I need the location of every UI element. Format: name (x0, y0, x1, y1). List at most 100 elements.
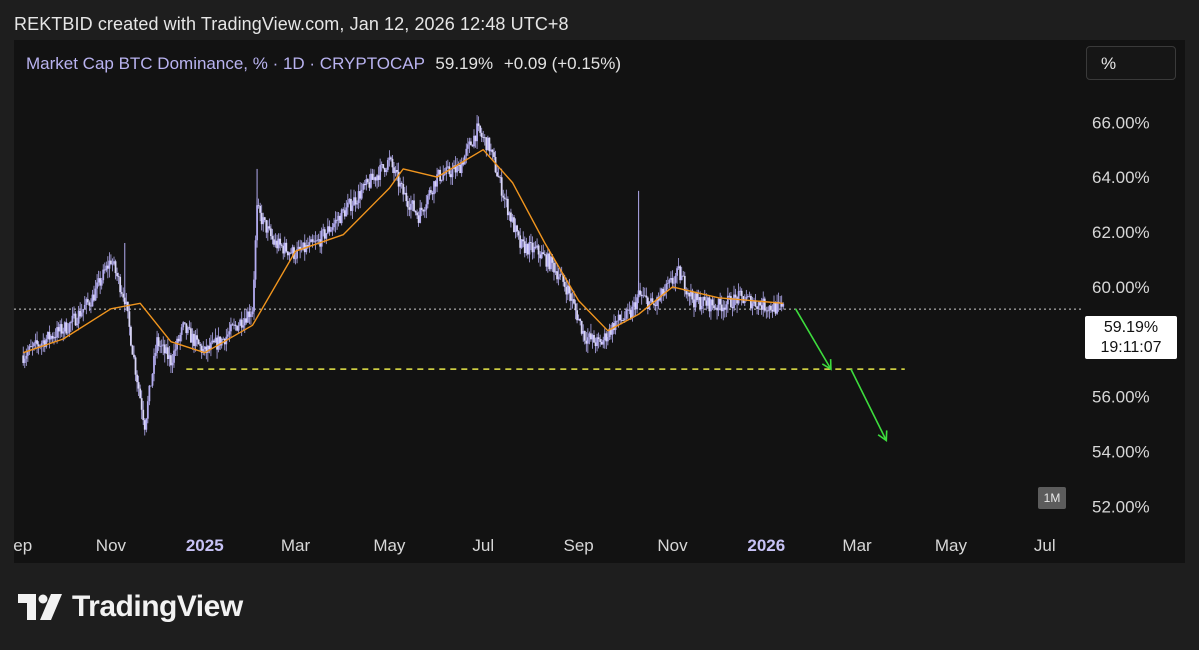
candle (365, 174, 368, 191)
candle-body (251, 311, 254, 315)
candle-body (582, 330, 585, 334)
candle-body (750, 295, 752, 309)
candle (577, 314, 580, 321)
candle-body (580, 321, 583, 334)
candle (103, 262, 106, 274)
down-arrow (850, 368, 888, 442)
candle (593, 330, 595, 343)
candle (26, 344, 29, 362)
candle-body (77, 310, 80, 324)
candle-body (316, 240, 318, 242)
candle-body (528, 242, 531, 255)
candle (708, 295, 711, 318)
candle-body (280, 244, 283, 246)
candle-body (134, 357, 137, 375)
candle (640, 291, 643, 305)
candle (688, 292, 691, 306)
chart-panel[interactable]: 68.00%66.00%64.00%62.00%60.00%58.00%56.0… (14, 40, 1185, 563)
candle-body (571, 299, 574, 301)
candle-body (53, 336, 55, 339)
candle (523, 236, 526, 258)
unit-button[interactable]: % (1086, 46, 1176, 80)
price-chart[interactable]: 68.00%66.00%64.00%62.00%60.00%58.00%56.0… (14, 40, 1185, 563)
candle (120, 285, 123, 297)
candle-body (71, 315, 74, 323)
candle-body (451, 169, 454, 178)
candle-body (103, 269, 106, 271)
candle-body (606, 337, 609, 342)
candle-body (700, 305, 703, 310)
candle-body (63, 322, 66, 332)
symbol-legend[interactable]: Market Cap BTC Dominance, % · 1D · CRYPT… (26, 54, 621, 74)
candle (665, 279, 668, 299)
candle (194, 329, 197, 352)
candle (353, 189, 355, 206)
candle-body (685, 291, 688, 295)
candle (534, 241, 537, 250)
candle (670, 271, 672, 283)
candle-body (460, 162, 463, 174)
candle (97, 270, 100, 287)
candle (506, 196, 509, 221)
candle-body (539, 254, 542, 259)
candle (433, 180, 435, 204)
candle (357, 184, 360, 210)
y-tick-label: 64.00% (1092, 168, 1150, 187)
candle (746, 294, 749, 299)
candle-body (228, 331, 231, 335)
candle (693, 292, 695, 317)
candle (583, 330, 586, 345)
candle (434, 180, 437, 194)
candle-body (626, 309, 629, 311)
candle-body (533, 246, 535, 253)
candle-body (710, 299, 712, 312)
candle (671, 270, 674, 289)
candle (283, 236, 286, 258)
candle (133, 345, 135, 360)
candle (697, 289, 700, 305)
candle (45, 334, 48, 349)
candle-body (759, 302, 762, 306)
candle-body (34, 340, 37, 344)
candle-body (540, 252, 543, 259)
y-tick-label: 54.00% (1092, 442, 1150, 461)
candle (762, 291, 765, 317)
candle-body (194, 335, 197, 346)
candle-body (305, 245, 308, 253)
candle (285, 238, 288, 253)
candle-body (673, 282, 675, 284)
candle-body (717, 298, 720, 311)
candle (146, 395, 149, 424)
candle-body (340, 209, 343, 224)
candle-body (380, 164, 383, 166)
timeframe-button[interactable]: 1M (1038, 487, 1066, 509)
candle (699, 291, 702, 312)
candle-body (465, 148, 468, 156)
candle-body (734, 294, 737, 298)
x-tick-label: Mar (842, 536, 872, 555)
candle-body (48, 331, 51, 340)
candle-body (679, 266, 682, 281)
candle (417, 211, 420, 227)
candle-body (550, 256, 552, 270)
candle-body (570, 293, 572, 301)
candle (410, 195, 412, 219)
candle (600, 338, 603, 345)
candle-body (222, 338, 225, 340)
candle-body (350, 198, 352, 211)
candle (316, 234, 318, 243)
candle (356, 200, 358, 209)
candle-body (699, 297, 702, 310)
candle-body (114, 261, 117, 274)
candle-body (50, 336, 52, 340)
candle-body (320, 230, 323, 247)
candle (516, 224, 518, 238)
candle-body (80, 312, 83, 317)
candle-body (511, 217, 514, 222)
candle (642, 286, 645, 299)
candle-body (285, 242, 288, 252)
candle (474, 135, 477, 148)
candle-body (665, 283, 668, 292)
candle (350, 189, 352, 216)
y-tick-label: 52.00% (1092, 497, 1150, 516)
